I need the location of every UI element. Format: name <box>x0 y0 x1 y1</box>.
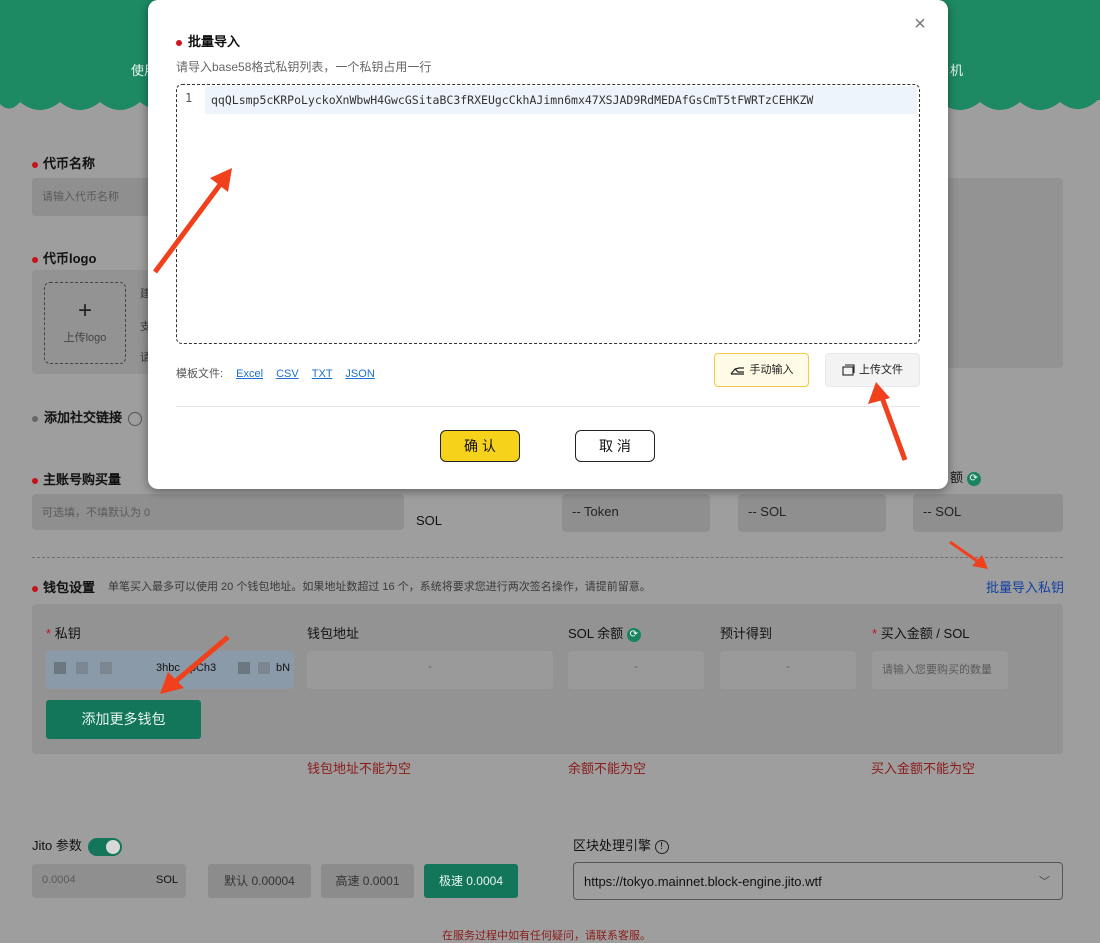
jito-default-button[interactable]: 默认 0.00004 <box>208 864 311 898</box>
template-txt-link[interactable]: TXT <box>312 368 333 380</box>
plus-icon: + <box>77 297 92 324</box>
jito-turbo-button[interactable]: 极速 0.0004 <box>424 864 518 898</box>
footer-support-text: 在服务过程中如有任何疑问，请联系客服。 <box>442 930 651 942</box>
balance-error: 余额不能为空 <box>568 761 647 776</box>
line-number: 1 <box>185 91 193 105</box>
cancel-button[interactable]: 取 消 <box>575 430 655 462</box>
banner-text-right: 机 <box>950 63 964 78</box>
modal-description: 请导入base58格式私钥列表，一个私钥占用一行 <box>176 60 432 74</box>
token-name-label: 代币名称 <box>32 153 95 172</box>
file-icon <box>842 364 855 376</box>
modal-title: 批量导入 <box>176 31 240 50</box>
key-partial: 3hbc pCh3 <box>156 662 217 674</box>
private-key-line[interactable]: qqQLsmp5cKRPoLyckoXnWbwH4GwcGSitaBC3fRXE… <box>205 86 917 114</box>
token-logo-label: 代币logo <box>32 248 96 267</box>
refresh-icon[interactable]: ⟳ <box>966 471 981 486</box>
mask-block <box>54 662 66 674</box>
sol-balance-field: - <box>568 651 704 689</box>
info-icon[interactable]: ! <box>654 839 669 854</box>
template-json-link[interactable]: JSON <box>345 368 374 380</box>
template-excel-link[interactable]: Excel <box>236 368 263 380</box>
add-more-wallets-button[interactable]: 添加更多钱包 <box>46 700 201 739</box>
main-buy-label: 主账号购买量 <box>32 469 121 488</box>
token-estimate: -- Token <box>562 494 710 532</box>
logo-upload-label: 上传logo <box>63 332 107 344</box>
modal-divider <box>176 406 920 407</box>
section-divider <box>32 557 1063 558</box>
manual-input-button[interactable]: 手动输入 <box>714 353 809 387</box>
jito-fee-input[interactable]: 0.0004 SOL <box>32 864 186 898</box>
bulk-import-modal: 批量导入 × 请导入base58格式私钥列表，一个私钥占用一行 1 qqQLsm… <box>148 0 948 489</box>
private-key-input[interactable]: 3hbc pCh3 bN <box>46 651 294 689</box>
balance-estimate: -- SOL <box>913 494 1063 532</box>
sol-estimate: -- SOL <box>738 494 886 532</box>
block-engine-label: 区块处理引擎 ! <box>573 835 669 854</box>
wallet-address-field: - <box>307 651 553 689</box>
balance-label: 额 ⟳ <box>950 467 981 486</box>
template-files: 模板文件: Excel CSV TXT JSON <box>176 368 375 380</box>
confirm-button[interactable]: 确 认 <box>440 430 520 462</box>
buy-amount-input[interactable]: 请输入您要购买的数量 <box>872 651 1008 689</box>
mask-block <box>100 662 112 674</box>
bulk-import-link[interactable]: 批量导入私钥 <box>986 577 1064 596</box>
upload-file-button[interactable]: 上传文件 <box>825 353 920 387</box>
jito-label: Jito 参数 <box>32 835 122 856</box>
amount-error: 买入金额不能为空 <box>871 761 976 776</box>
logo-upload-box[interactable]: + 上传logo <box>44 282 126 364</box>
mask-block <box>76 662 88 674</box>
jito-fast-button[interactable]: 高速 0.0001 <box>321 864 414 898</box>
col-sol-balance: SOL 余额 ⟳ <box>568 623 641 642</box>
mask-block <box>238 662 250 674</box>
social-links-toggle[interactable] <box>128 411 143 426</box>
close-icon[interactable]: × <box>910 14 930 34</box>
main-buy-input[interactable]: 可选填，不填默认为 0 <box>32 494 404 530</box>
wallet-settings-note: 单笔买入最多可以使用 20 个钱包地址。如果地址数超过 16 个，系统将要求您进… <box>108 581 651 593</box>
wallet-settings-label: 钱包设置 <box>32 577 95 596</box>
token-name-input[interactable]: 请输入代币名称 <box>32 178 150 216</box>
token-description-textarea[interactable] <box>946 178 1063 368</box>
col-private-key: * 私钥 <box>46 626 81 641</box>
main-buy-unit: SOL <box>416 513 443 528</box>
address-error: 钱包地址不能为空 <box>307 761 412 776</box>
mask-block <box>258 662 270 674</box>
required-dot <box>32 161 38 168</box>
col-expected: 预计得到 <box>720 626 773 641</box>
private-key-editor[interactable]: 1 qqQLsmp5cKRPoLyckoXnWbwH4GwcGSitaBC3fR… <box>176 84 920 344</box>
social-links-label: 添加社交链接 <box>32 407 143 426</box>
expected-field: - <box>720 651 856 689</box>
hand-icon <box>730 367 744 375</box>
jito-toggle[interactable] <box>87 837 122 856</box>
col-buy-amount: * 买入金额 / SOL <box>872 626 970 641</box>
block-engine-select[interactable]: https://tokyo.mainnet.block-engine.jito.… <box>573 862 1063 900</box>
chevron-down-icon: ﹀ <box>1039 876 1050 888</box>
refresh-balance-icon[interactable]: ⟳ <box>626 627 641 642</box>
template-csv-link[interactable]: CSV <box>276 368 299 380</box>
col-wallet-address: 钱包地址 <box>307 626 360 641</box>
